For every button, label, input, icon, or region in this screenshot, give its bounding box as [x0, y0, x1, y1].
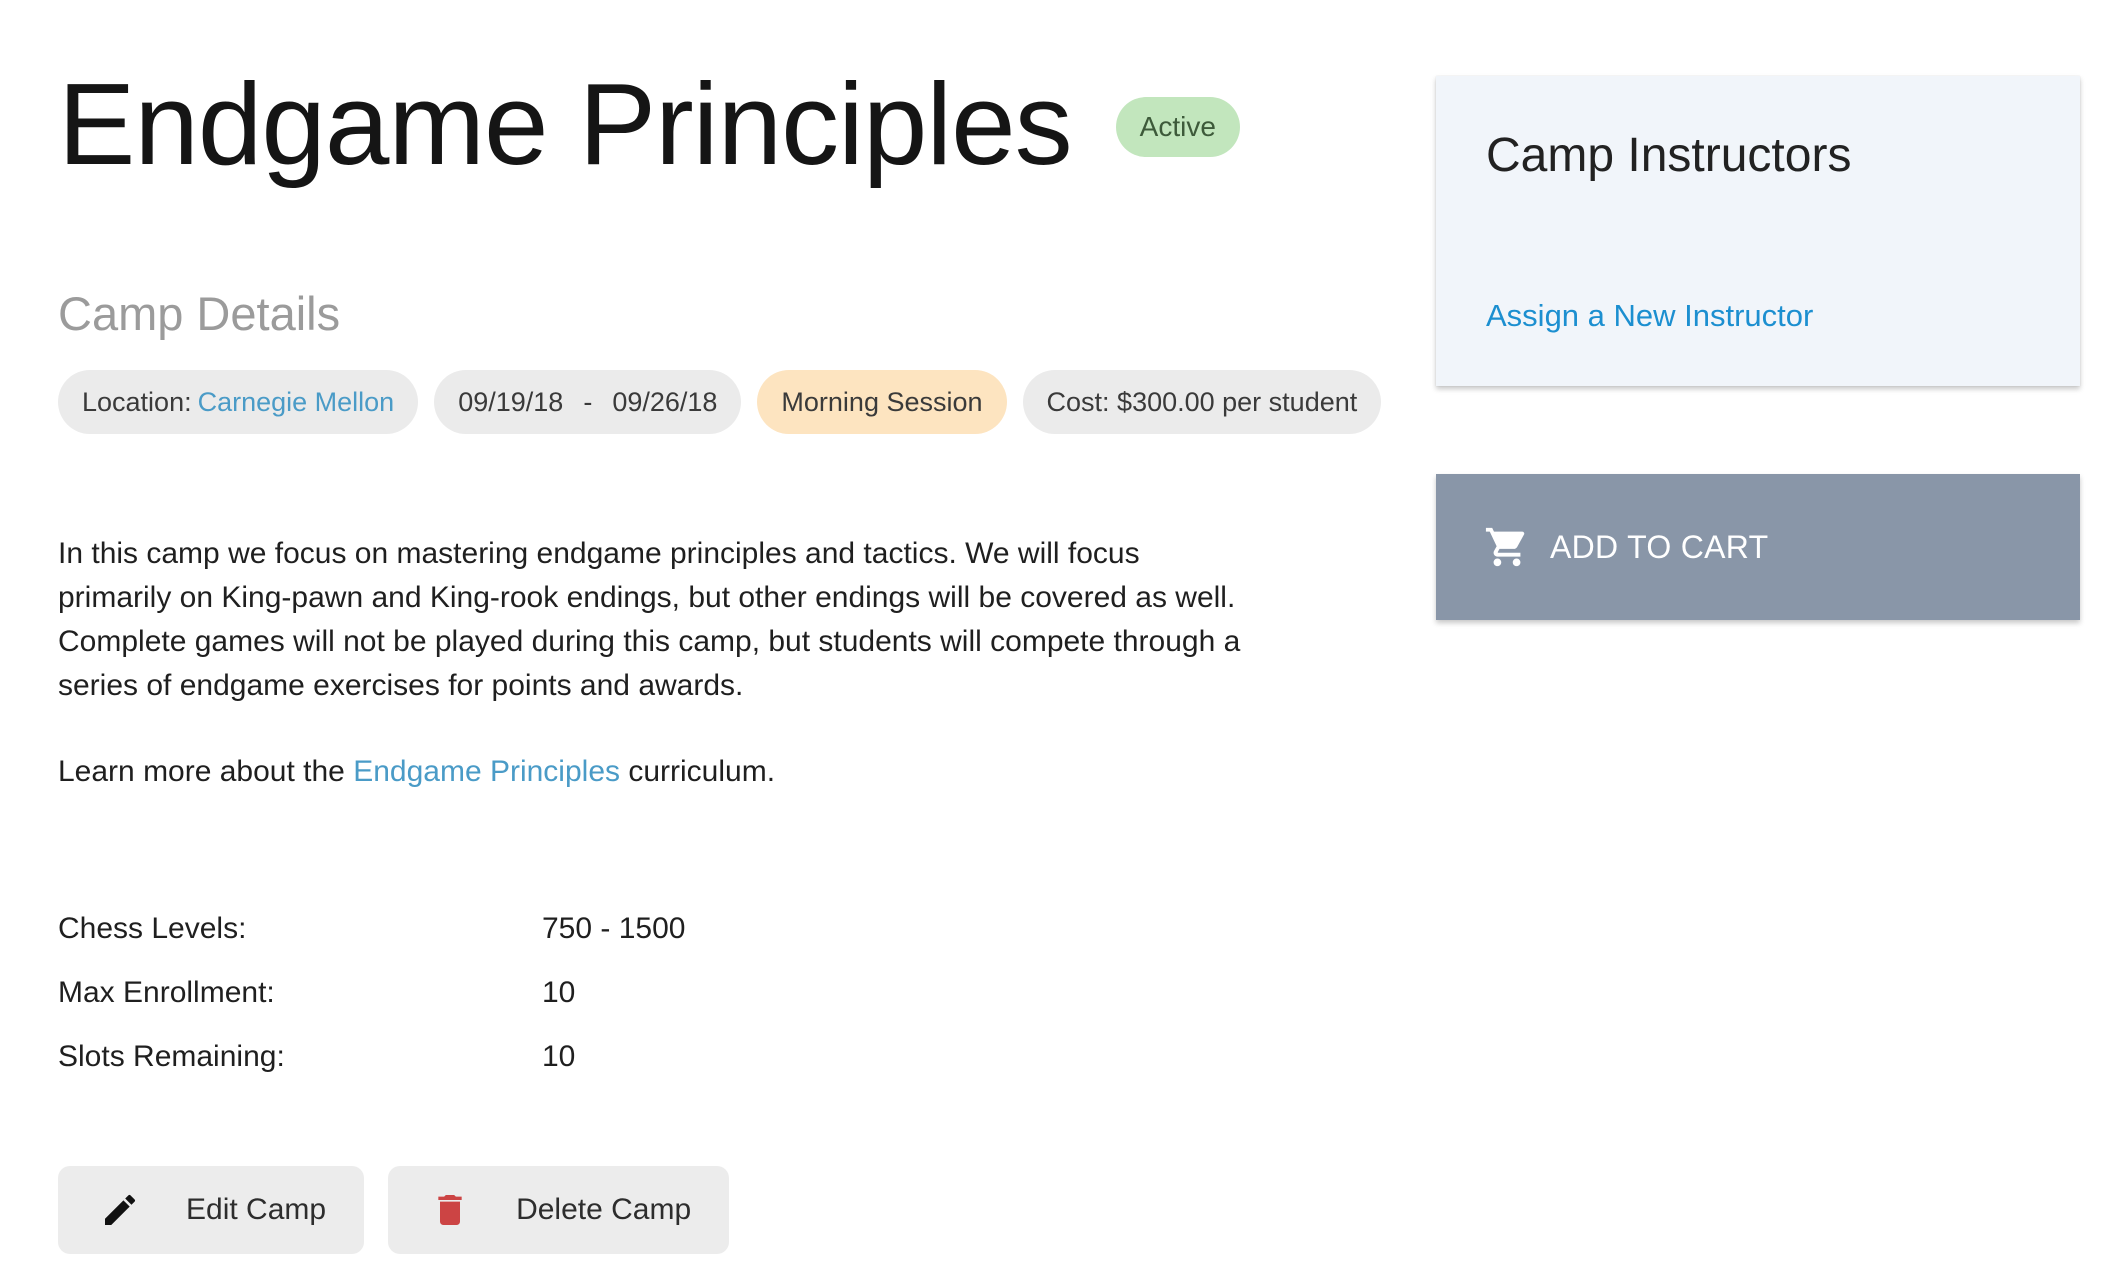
cost-chip: Cost: $300.00 per student [1022, 370, 1382, 434]
info-value: 750 - 1500 [542, 912, 686, 945]
location-label: Location: [82, 386, 192, 417]
delete-camp-button[interactable]: Delete Camp [388, 1166, 730, 1254]
delete-camp-label: Delete Camp [516, 1193, 692, 1226]
info-label: Chess Levels: [58, 912, 247, 945]
camp-instructors-title: Camp Instructors [1486, 129, 1852, 182]
trash-icon [430, 1190, 470, 1230]
page-title: Endgame Principles [58, 59, 1073, 189]
location-link[interactable]: Carnegie Mellon [198, 387, 395, 418]
cart-icon [1484, 524, 1530, 570]
status-badge: Active [1115, 97, 1240, 157]
info-row-max-enrollment: Max Enrollment: 10 [58, 961, 685, 1025]
date-separator: - [583, 386, 593, 417]
location-chip: Location: Carnegie Mellon [58, 370, 419, 434]
date-range-chip: 09/19/18 - 09/26/18 [434, 370, 742, 434]
detail-chips: Location: Carnegie Mellon 09/19/18 - 09/… [58, 370, 1382, 434]
assign-instructor-link[interactable]: Assign a New Instructor [1486, 298, 1813, 334]
start-date: 09/19/18 [458, 386, 564, 417]
info-row-chess-levels: Chess Levels: 750 - 1500 [58, 897, 685, 961]
camp-details-heading: Camp Details [58, 287, 341, 340]
session-chip: Morning Session [757, 370, 1007, 434]
curriculum-link[interactable]: Endgame Principles [353, 755, 620, 788]
info-row-slots-remaining: Slots Remaining: 10 [58, 1025, 685, 1089]
info-value: 10 [542, 1040, 576, 1073]
camp-actions: Edit Camp Delete Camp [58, 1166, 730, 1254]
learn-more-suffix: curriculum. [620, 755, 776, 788]
camp-info-table: Chess Levels: 750 - 1500 Max Enrollment:… [58, 897, 685, 1089]
info-label: Slots Remaining: [58, 1040, 285, 1073]
edit-camp-label: Edit Camp [186, 1193, 327, 1226]
edit-camp-button[interactable]: Edit Camp [58, 1166, 365, 1254]
end-date: 09/26/18 [612, 386, 718, 417]
add-to-cart-label: ADD TO CART [1550, 528, 1769, 565]
learn-more-text: Learn more about the Endgame Principles … [58, 755, 775, 789]
camp-instructors-card: Camp Instructors Assign a New Instructor [1436, 76, 2080, 386]
info-value: 10 [542, 976, 576, 1009]
title-row: Endgame Principles Active [58, 66, 1240, 182]
camp-description: In this camp we focus on mastering endga… [58, 537, 1241, 702]
add-to-cart-button[interactable]: ADD TO CART [1436, 474, 2080, 620]
learn-more-prefix: Learn more about the [58, 755, 354, 788]
info-label: Max Enrollment: [58, 976, 275, 1009]
pencil-icon [100, 1190, 140, 1230]
